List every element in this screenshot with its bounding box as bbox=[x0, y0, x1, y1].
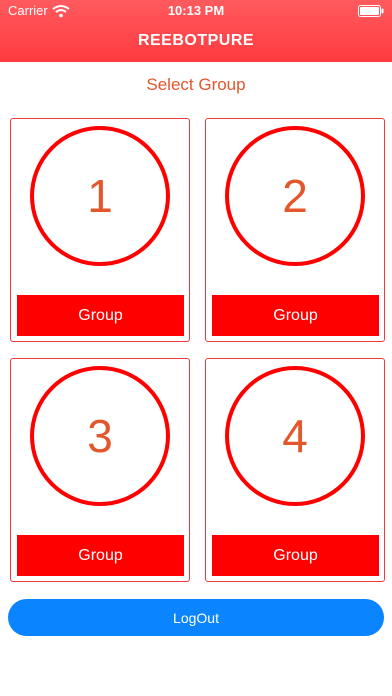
status-bar: Carrier 10:13 PM bbox=[0, 0, 392, 20]
group-button-label: Group bbox=[273, 306, 318, 324]
group-card-3: 3 Group bbox=[10, 358, 190, 582]
group-button-label: Group bbox=[78, 306, 123, 324]
group-3-button[interactable]: Group bbox=[17, 535, 184, 576]
group-button-label: Group bbox=[78, 546, 123, 564]
group-2-button[interactable]: Group bbox=[212, 295, 379, 336]
group-card-1: 1 Group bbox=[10, 118, 190, 342]
group-1-button[interactable]: Group bbox=[17, 295, 184, 336]
group-button-label: Group bbox=[273, 546, 318, 564]
group-4-button[interactable]: Group bbox=[212, 535, 379, 576]
group-number: 2 bbox=[282, 170, 308, 222]
battery-icon bbox=[358, 5, 384, 17]
group-number: 1 bbox=[87, 170, 113, 222]
page-subtitle: Select Group bbox=[146, 75, 246, 94]
group-number: 4 bbox=[282, 410, 308, 462]
logout-label: LogOut bbox=[173, 609, 219, 626]
app-header: Carrier 10:13 PM REEBOTPURE bbox=[0, 0, 392, 62]
logout-button[interactable]: LogOut bbox=[8, 599, 384, 636]
group-card-4: 4 Group bbox=[205, 358, 385, 582]
group-number-circle: 1 bbox=[30, 126, 170, 266]
group-number-circle: 3 bbox=[30, 366, 170, 506]
group-number-circle: 2 bbox=[225, 126, 365, 266]
group-number: 3 bbox=[87, 410, 113, 462]
nav-title: REEBOTPURE bbox=[137, 32, 255, 49]
group-card-2: 2 Group bbox=[205, 118, 385, 342]
group-number-circle: 4 bbox=[225, 366, 365, 506]
status-time: 10:13 PM bbox=[167, 3, 225, 18]
